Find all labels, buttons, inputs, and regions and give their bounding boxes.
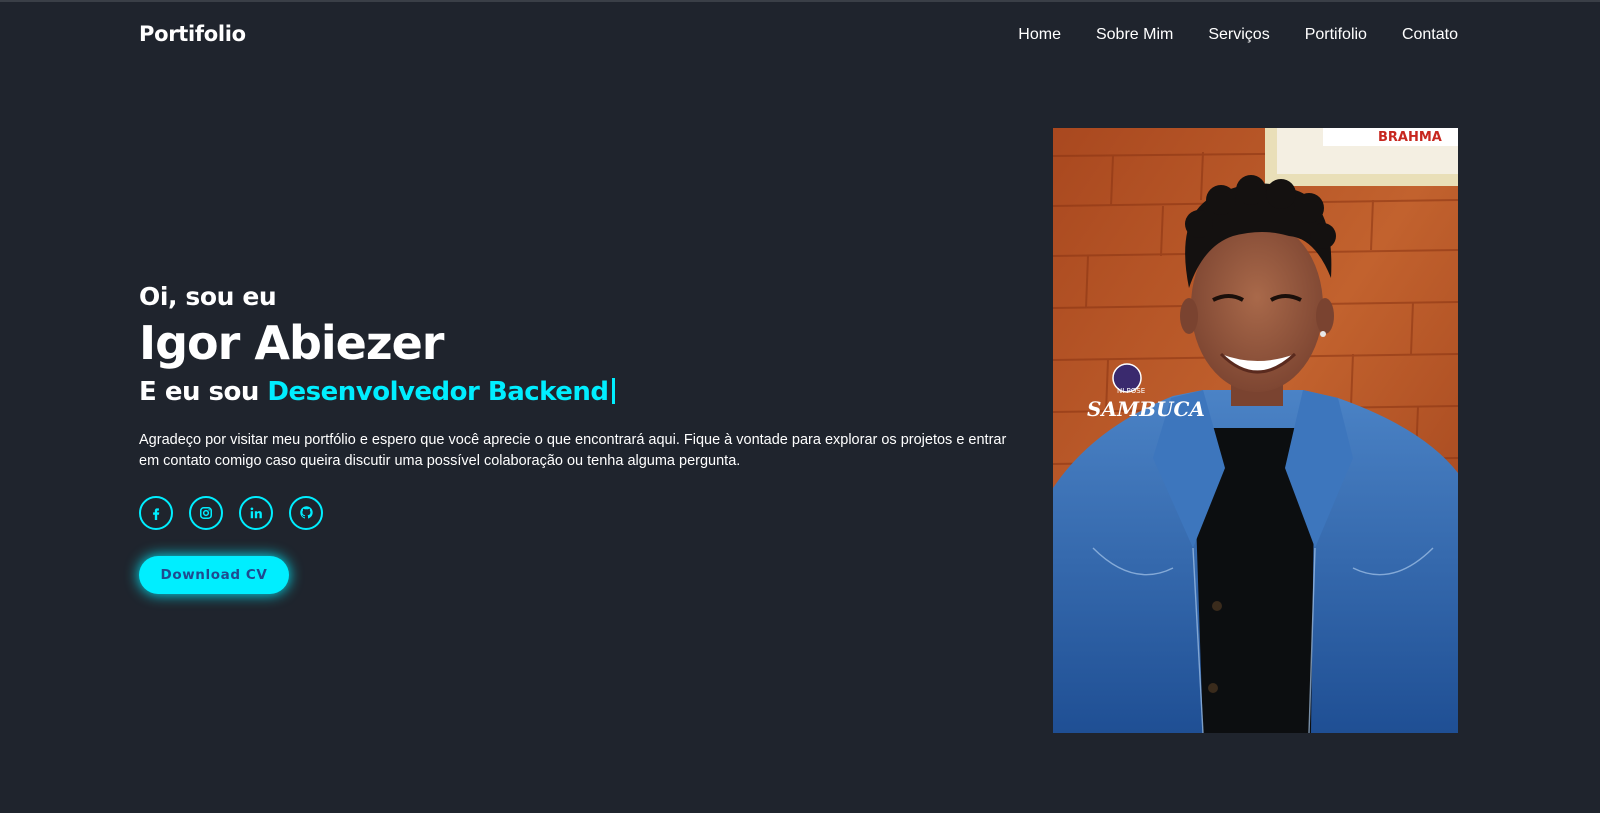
nav-link-portifolio[interactable]: Portifolio	[1305, 26, 1367, 44]
github-link[interactable]	[289, 495, 323, 530]
facebook-link[interactable]	[139, 495, 173, 530]
github-icon	[299, 505, 314, 520]
download-cv-button[interactable]: Download CV	[139, 555, 289, 594]
nav-link-home[interactable]: Home	[1018, 26, 1061, 44]
instagram-icon	[199, 506, 213, 520]
profile-photo: BRAHMA NI POSE SAMBUCA	[1053, 128, 1458, 733]
hero-intro: Agradeço por visitar meu portfólio e esp…	[139, 431, 1007, 469]
nav-link-contato[interactable]: Contato	[1402, 26, 1458, 44]
social-links	[139, 495, 1019, 530]
photo-badge-text: NI POSE	[1117, 387, 1145, 395]
site-header: Portifolio Home Sobre Mim Serviços Porti…	[0, 2, 1600, 70]
main-nav: Home Sobre Mim Serviços Portifolio Conta…	[1018, 26, 1458, 44]
hero-role-highlight: Desenvolvedor Backend	[267, 376, 609, 407]
photo-watermark: SAMBUCA	[1087, 397, 1205, 421]
nav-link-servicos[interactable]: Serviços	[1208, 26, 1269, 44]
hero-role-prefix: E eu sou	[139, 376, 259, 407]
hero-content: Oi, sou eu Igor Abiezer E eu sou Desenvo…	[139, 282, 1019, 594]
hero-name: Igor Abiezer	[139, 316, 445, 370]
page: Portifolio Home Sobre Mim Serviços Porti…	[0, 0, 1600, 813]
instagram-link[interactable]	[189, 495, 223, 530]
linkedin-icon	[249, 506, 263, 520]
hero-role: E eu sou Desenvolvedor Backend	[139, 377, 1019, 408]
linkedin-link[interactable]	[239, 495, 273, 530]
typing-cursor	[611, 377, 615, 404]
hero-greeting: Oi, sou eu	[139, 282, 277, 311]
site-logo[interactable]: Portifolio	[139, 22, 246, 46]
nav-link-sobre-mim[interactable]: Sobre Mim	[1096, 26, 1173, 44]
facebook-icon	[149, 506, 163, 520]
photo-sign-text: BRAHMA	[1378, 130, 1442, 145]
